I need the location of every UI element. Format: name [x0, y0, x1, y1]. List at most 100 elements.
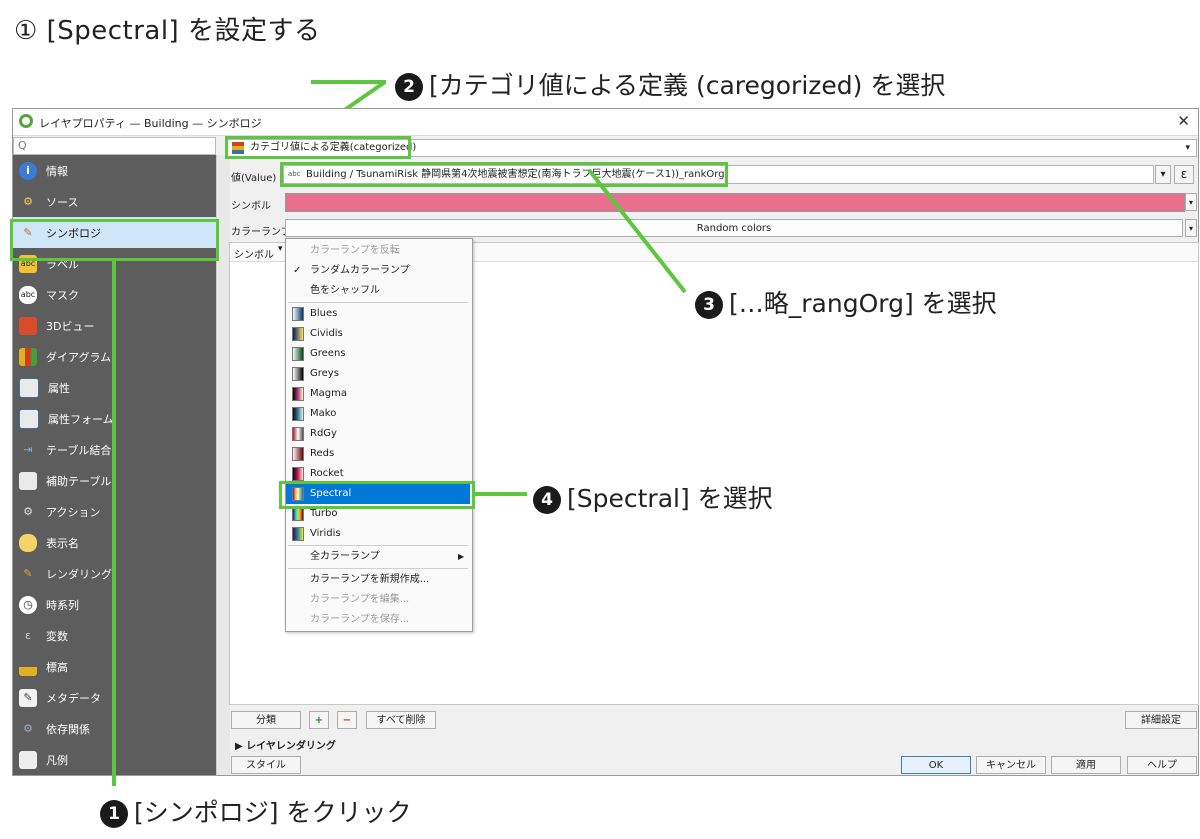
menu-item-ramp-magma[interactable]: Magma	[286, 384, 470, 404]
sidebar-item-label: マスク	[46, 288, 79, 302]
colorramp-button[interactable]: Random colors	[285, 219, 1183, 237]
menu-item-create-ramp[interactable]: カラーランプを新規作成...	[286, 570, 470, 590]
chevron-right-icon: ▶	[458, 552, 465, 561]
callout-1-text: [シンポロジ] をクリック	[134, 798, 412, 827]
clock-icon: ◷	[19, 595, 37, 614]
menu-item-save-ramp[interactable]: カラーランプを保存...	[286, 610, 470, 630]
highlight-spectral	[279, 481, 475, 509]
column-header-symbol[interactable]: シンボル	[234, 246, 274, 261]
qgis-icon	[19, 114, 33, 128]
callout-4-number: 4	[533, 486, 561, 514]
epsilon-icon: ε	[25, 629, 31, 642]
sidebar-item-label: 補助テーブル	[46, 474, 112, 488]
diagram-icon	[19, 347, 37, 366]
check-icon: ✓	[293, 265, 302, 276]
greens-swatch-icon	[292, 347, 304, 361]
add-category-button[interactable]: +	[309, 711, 329, 729]
colorramp-label: カラーランプ	[231, 227, 291, 238]
sidebar-item-info[interactable]: i 情報	[13, 155, 216, 186]
callout-3-number: 3	[695, 291, 723, 319]
menu-item-ramp-viridis[interactable]: Viridis	[286, 524, 470, 544]
menu-item-ramp-mako[interactable]: Mako	[286, 404, 470, 424]
table-icon	[19, 377, 39, 398]
mask-icon: abc	[19, 285, 37, 304]
sidebar-search-input[interactable]: Q	[13, 137, 216, 155]
menu-item-ramp-cividis[interactable]: Cividis	[286, 324, 470, 344]
menu-item-invert[interactable]: カラーランプを反転	[286, 241, 470, 261]
rdgy-swatch-icon	[292, 427, 304, 441]
callout-3-connector	[587, 168, 687, 294]
sidebar-item-label: 属性	[48, 381, 70, 395]
symbol-dropdown-button[interactable]: ▾	[1185, 193, 1197, 211]
symbol-label: シンボル	[231, 201, 271, 212]
form-icon	[19, 408, 39, 429]
menu-item-all-ramps[interactable]: 全カラーランプ ▶	[286, 547, 470, 567]
colorramp-dropdown-button[interactable]: ▾	[1185, 219, 1197, 237]
menu-item-edit-ramp[interactable]: カラーランプを編集...	[286, 590, 470, 610]
ok-button[interactable]: OK	[901, 756, 971, 774]
sidebar-item-label: 凡例	[46, 753, 68, 767]
style-button[interactable]: スタイル	[231, 756, 301, 774]
menu-item-ramp-greens[interactable]: Greens	[286, 344, 470, 364]
sidebar-item-label: 時系列	[46, 598, 79, 612]
callout-1-line	[112, 261, 116, 786]
page-heading: ① [Spectral] を設定する	[14, 16, 321, 46]
menu-item-ramp-rdgy[interactable]: RdGy	[286, 424, 470, 444]
help-button[interactable]: ヘルプ	[1127, 756, 1197, 774]
highlight-symbology	[10, 219, 219, 261]
sidebar-item-label: ソース	[46, 195, 79, 209]
sidebar-item-label: 標高	[46, 660, 68, 674]
callout-4: 4 [Spectral] を選択	[533, 479, 773, 515]
magma-swatch-icon	[292, 387, 304, 401]
sidebar-item-label: テーブル結合	[46, 443, 112, 457]
brush-icon: ✎	[23, 567, 33, 580]
value-dropdown-button[interactable]: ▾	[1155, 165, 1171, 184]
sidebar-item-label: 表示名	[46, 536, 79, 550]
close-icon[interactable]: ✕	[1177, 112, 1190, 130]
join-icon: ⇥	[23, 443, 33, 456]
sidebar-item-label: 変数	[46, 629, 68, 643]
title-bar: レイヤプロパティ — Building — シンボロジ ✕	[13, 109, 1198, 136]
chevron-right-icon: ▶	[235, 741, 247, 752]
aux-table-icon	[19, 471, 37, 490]
callout-4-line	[475, 492, 527, 496]
layer-rendering-toggle[interactable]: ▶ レイヤレンダリング	[235, 737, 336, 752]
callout-2: 2 [カテゴリ値による定義 (caregorized) を選択	[395, 66, 945, 102]
menu-item-ramp-greys[interactable]: Greys	[286, 364, 470, 384]
symbol-color-button[interactable]	[285, 193, 1185, 212]
sidebar-item-label: ダイアグラム	[46, 350, 112, 364]
window-title: レイヤプロパティ — Building — シンボロジ	[39, 117, 262, 130]
classify-button[interactable]: 分類	[231, 711, 301, 729]
menu-separator	[288, 568, 468, 569]
sidebar-item-label: 3Dビュー	[46, 319, 95, 333]
menu-item-random[interactable]: ✓ ランダムカラーランプ	[286, 261, 470, 281]
value-label: 値(Value)	[231, 173, 277, 184]
legend-icon	[19, 750, 37, 769]
menu-item-shuffle[interactable]: 色をシャッフル	[286, 281, 470, 301]
sidebar-item-label: アクション	[46, 505, 101, 519]
menu-item-ramp-blues[interactable]: Blues	[286, 304, 470, 324]
sidebar-item-label: 依存関係	[46, 722, 90, 736]
menu-separator	[288, 545, 468, 546]
callout-1: 1 [シンポロジ] をクリック	[100, 793, 411, 829]
advanced-button[interactable]: 詳細設定	[1125, 711, 1197, 729]
turbo-swatch-icon	[292, 507, 304, 521]
menu-item-ramp-reds[interactable]: Reds	[286, 444, 470, 464]
sidebar-item-source[interactable]: ⚙ ソース	[13, 186, 216, 217]
blues-swatch-icon	[292, 307, 304, 321]
cividis-swatch-icon	[292, 327, 304, 341]
dependency-icon: ⚙	[23, 722, 33, 735]
colorramp-menu: カラーランプを反転 ✓ ランダムカラーランプ 色をシャッフル Blues Civi…	[285, 238, 473, 632]
expression-button[interactable]: ε	[1174, 165, 1194, 184]
delete-all-button[interactable]: すべて削除	[366, 711, 436, 729]
metadata-icon: ✎	[19, 688, 37, 707]
info-icon: i	[19, 161, 37, 180]
apply-button[interactable]: 適用	[1051, 756, 1121, 774]
callout-1-number: 1	[100, 800, 128, 828]
remove-category-button[interactable]: −	[337, 711, 357, 729]
greys-swatch-icon	[292, 367, 304, 381]
callout-4-text: [Spectral] を選択	[567, 484, 773, 513]
speech-bubble-icon	[19, 533, 37, 552]
cancel-button[interactable]: キャンセル	[976, 756, 1046, 774]
menu-separator	[288, 302, 468, 303]
